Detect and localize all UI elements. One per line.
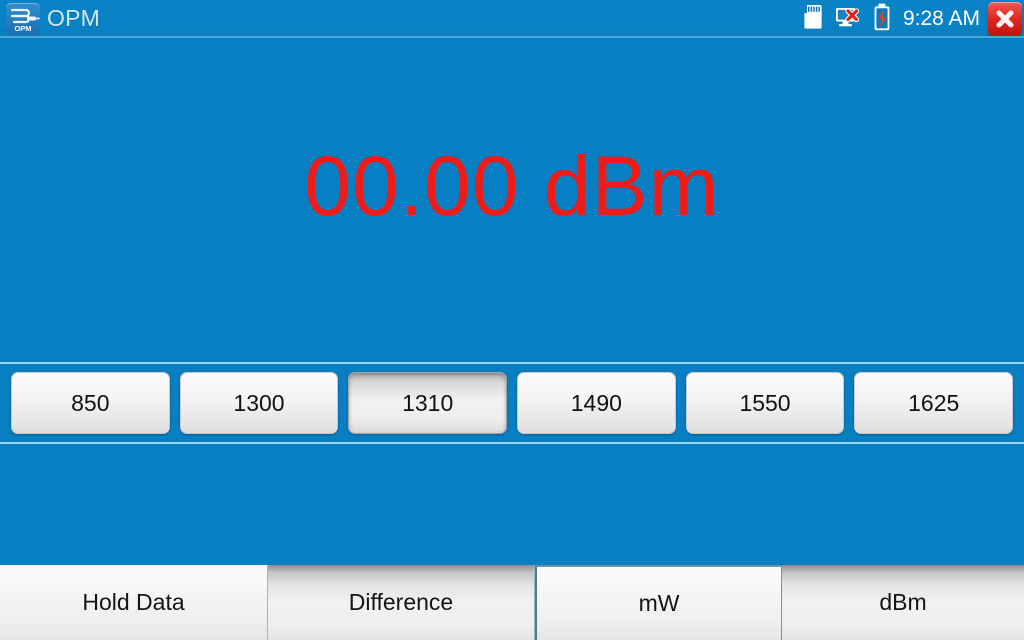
- wavelength-button-1625[interactable]: 1625: [854, 372, 1014, 434]
- wavelength-button-1300[interactable]: 1300: [179, 372, 339, 434]
- svg-text:OPM: OPM: [14, 24, 31, 33]
- content-filler: [0, 444, 1024, 565]
- bottom-action-bar: Hold Data Difference mW dBm: [0, 565, 1024, 640]
- difference-button[interactable]: Difference: [268, 565, 535, 640]
- window-title: OPM: [47, 5, 100, 31]
- title-bar: OPM OPM 9:28 AM: [0, 0, 1024, 38]
- hold-data-button[interactable]: Hold Data: [0, 565, 268, 640]
- wavelength-button-1490[interactable]: 1490: [517, 372, 676, 434]
- network-disconnected-icon: [835, 6, 861, 33]
- opm-app-window: OPM OPM 9:28 AM 00.00 dBm 850 1300 1310 …: [0, 0, 1024, 640]
- unit-dbm-button[interactable]: dBm: [782, 565, 1024, 640]
- close-icon[interactable]: [988, 2, 1022, 36]
- status-bar: 9:28 AM: [797, 0, 1024, 38]
- wavelength-selector-bar: 850 1300 1310 1490 1550 1625: [0, 362, 1024, 444]
- power-reading-area: 00.00 dBm: [0, 38, 1024, 362]
- power-reading-value: 00.00 dBm: [304, 139, 720, 233]
- wavelength-button-1310[interactable]: 1310: [348, 372, 508, 434]
- opm-fiber-connector-icon: OPM: [6, 3, 40, 35]
- sd-card-icon: [803, 4, 823, 35]
- clock-label: 9:28 AM: [902, 7, 980, 30]
- battery-charging-icon: [873, 3, 891, 36]
- wavelength-button-850[interactable]: 850: [11, 372, 170, 434]
- unit-mw-button[interactable]: mW: [535, 565, 782, 640]
- wavelength-button-1550[interactable]: 1550: [685, 372, 845, 434]
